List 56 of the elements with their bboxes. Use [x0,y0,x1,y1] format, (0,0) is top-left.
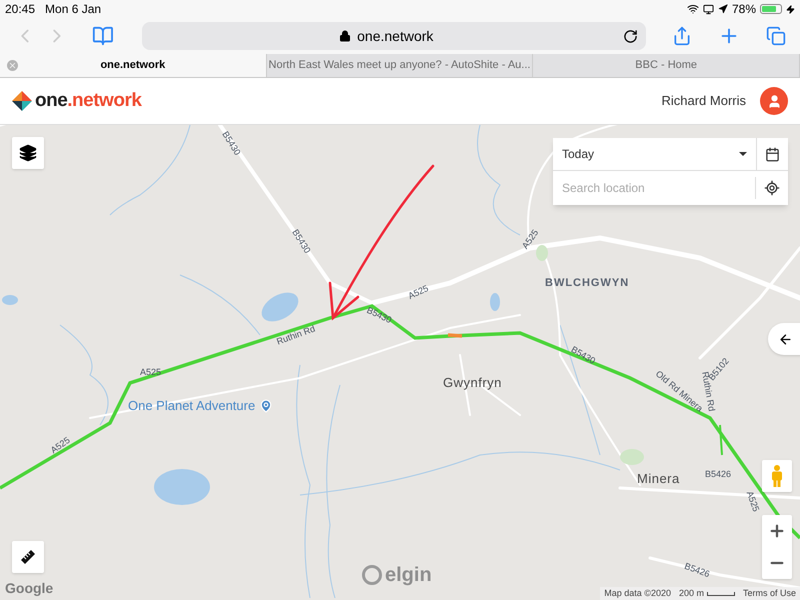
road-label: A525 [140,368,162,377]
place-label: Minera [637,470,680,488]
location-arrow-icon [718,4,728,14]
lock-icon [339,30,352,42]
road-label: A525 [744,490,760,513]
collapse-panel-button[interactable] [768,323,800,355]
watermark-logo-icon [362,565,382,585]
locate-icon[interactable] [764,180,780,196]
close-tab-icon[interactable] [7,60,18,71]
bookmarks-icon[interactable] [92,25,114,47]
poi-label: One Planet Adventure [128,397,256,415]
screen-mirroring-icon [702,4,714,14]
zoom-in-icon[interactable] [768,522,786,540]
charging-icon [786,4,795,14]
url-text: one.network [357,26,434,46]
status-date: Mon 6 Jan [45,1,102,18]
pegman-icon [771,465,783,487]
calendar-icon[interactable] [765,146,780,162]
street-view-pegman-button[interactable] [762,460,792,492]
scale-bar [706,592,735,596]
ruler-icon [21,550,35,564]
share-icon[interactable] [672,26,692,46]
user-avatar-button[interactable] [760,87,788,115]
battery-percent: 78% [732,1,756,18]
user-name: Richard Morris [661,92,746,110]
map-data-text: Map data ©2020 [604,586,671,600]
browser-tab[interactable]: one.network [0,54,267,77]
address-bar[interactable]: one.network [142,22,646,50]
battery-icon [760,4,782,14]
reload-icon[interactable] [623,28,638,44]
ruler-button[interactable] [12,541,44,573]
pin-icon [259,398,274,413]
scale-text: 200 m [678,586,704,600]
google-logo: Google [5,579,54,598]
place-label: Gwynfryn [443,374,502,392]
status-time: 20:45 [5,1,36,18]
dropdown-caret-icon [739,152,747,156]
road-label: B5426 [705,470,732,479]
road-label: Ruthin Rd [276,324,316,347]
layers-icon [19,144,37,162]
park-area [620,449,644,465]
tabs-icon[interactable] [766,26,786,46]
logo-mark-icon [12,91,32,111]
search-location-field[interactable]: Search location [553,177,756,199]
road-label: B5426 [683,562,711,580]
logo[interactable]: one.network [12,86,142,116]
layers-button[interactable] [12,137,44,169]
search-location-box[interactable]: Search location [553,171,788,205]
park-area [536,245,548,261]
terms-link[interactable]: Terms of Use [742,586,796,600]
date-dropdown[interactable]: Today [553,138,757,170]
watermark-logo: elgin [385,563,432,588]
town-label: BWLCHGWYN [545,276,630,291]
browser-tab[interactable]: North East Wales meet up anyone? - AutoShite - Au... [266,54,534,77]
road-label: A525 [407,284,430,302]
user-icon [766,94,782,108]
